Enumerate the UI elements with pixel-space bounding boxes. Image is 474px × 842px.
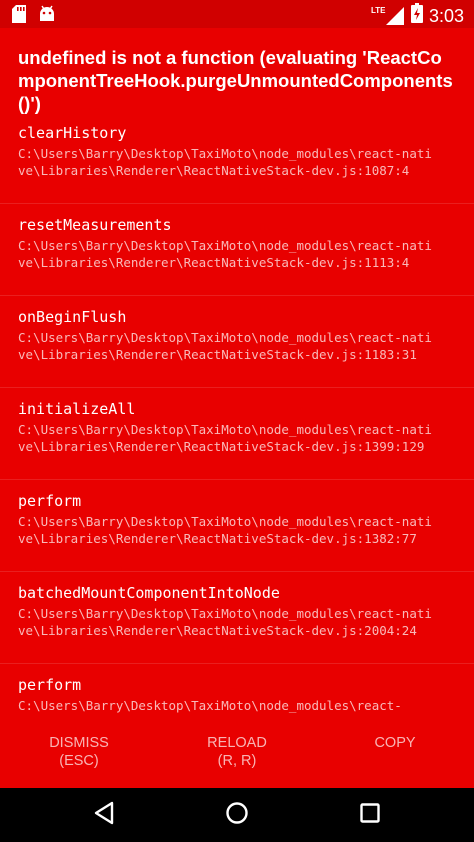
stack-frame-method: clearHistory bbox=[18, 124, 127, 142]
sd-card-icon bbox=[12, 5, 26, 28]
stack-frame-method: perform bbox=[18, 492, 82, 510]
copy-button[interactable]: COPY bbox=[350, 734, 440, 752]
reload-button[interactable]: RELOAD (R, R) bbox=[192, 734, 282, 770]
status-left-icons bbox=[12, 5, 56, 28]
stack-frame-method: onBeginFlush bbox=[18, 308, 127, 326]
stack-frame[interactable]: clearHistory C:\Users\Barry\Desktop\Taxi… bbox=[0, 112, 474, 204]
reload-button-shortcut: (R, R) bbox=[217, 753, 257, 769]
redbox-button-bar: DISMISS (ESC) RELOAD (R, R) COPY bbox=[0, 714, 474, 788]
status-bar: LTE 3:03 bbox=[0, 0, 474, 28]
dismiss-button-shortcut: (ESC) bbox=[59, 753, 99, 769]
stack-trace-list[interactable]: clearHistory C:\Users\Barry\Desktop\Taxi… bbox=[0, 112, 474, 714]
network-type-label: LTE bbox=[370, 5, 386, 15]
stack-frame-file: C:\Users\Barry\Desktop\TaxiMoto\node_mod… bbox=[18, 606, 432, 638]
copy-button-label: COPY bbox=[374, 735, 416, 751]
stack-frame[interactable]: perform C:\Users\Barry\Desktop\TaxiMoto\… bbox=[0, 664, 474, 714]
dismiss-button-label: DISMISS bbox=[49, 735, 109, 751]
back-button[interactable] bbox=[89, 800, 119, 830]
reload-button-label: RELOAD bbox=[207, 735, 267, 751]
android-debug-icon bbox=[38, 5, 56, 28]
stack-frame[interactable]: perform C:\Users\Barry\Desktop\TaxiMoto\… bbox=[0, 480, 474, 572]
clock: 3:03 bbox=[428, 5, 464, 26]
home-icon bbox=[225, 801, 249, 830]
stack-frame-method: batchedMountComponentIntoNode bbox=[18, 584, 280, 602]
stack-frame-method: resetMeasurements bbox=[18, 216, 172, 234]
recents-button[interactable] bbox=[355, 800, 385, 830]
status-right-icons: LTE 3:03 bbox=[371, 3, 464, 28]
error-message: undefined is not a function (evaluating … bbox=[18, 47, 453, 114]
stack-frame[interactable]: resetMeasurements C:\Users\Barry\Desktop… bbox=[0, 204, 474, 296]
stack-frame[interactable]: batchedMountComponentIntoNode C:\Users\B… bbox=[0, 572, 474, 664]
dismiss-button[interactable]: DISMISS (ESC) bbox=[34, 734, 124, 770]
recents-icon bbox=[359, 802, 381, 829]
stack-frame-file: C:\Users\Barry\Desktop\TaxiMoto\node_mod… bbox=[18, 146, 432, 178]
redbox-error-screen: LTE 3:03 undefined is not a function (ev… bbox=[0, 0, 474, 842]
signal-icon: LTE bbox=[371, 6, 405, 26]
stack-frame-method: initializeAll bbox=[18, 400, 136, 418]
stack-frame-file: C:\Users\Barry\Desktop\TaxiMoto\node_mod… bbox=[18, 330, 432, 362]
home-button[interactable] bbox=[222, 800, 252, 830]
battery-icon bbox=[410, 3, 423, 28]
stack-frame[interactable]: initializeAll C:\Users\Barry\Desktop\Tax… bbox=[0, 388, 474, 480]
stack-frame-file: C:\Users\Barry\Desktop\TaxiMoto\node_mod… bbox=[18, 422, 432, 454]
navigation-bar bbox=[0, 788, 474, 842]
stack-frame-method: perform bbox=[18, 676, 82, 694]
stack-frame[interactable]: onBeginFlush C:\Users\Barry\Desktop\Taxi… bbox=[0, 296, 474, 388]
stack-frame-file: C:\Users\Barry\Desktop\TaxiMoto\node_mod… bbox=[18, 514, 432, 546]
stack-frame-file: C:\Users\Barry\Desktop\TaxiMoto\node_mod… bbox=[18, 238, 432, 270]
stack-frame-file: C:\Users\Barry\Desktop\TaxiMoto\node_mod… bbox=[18, 698, 402, 713]
back-icon bbox=[93, 801, 115, 830]
